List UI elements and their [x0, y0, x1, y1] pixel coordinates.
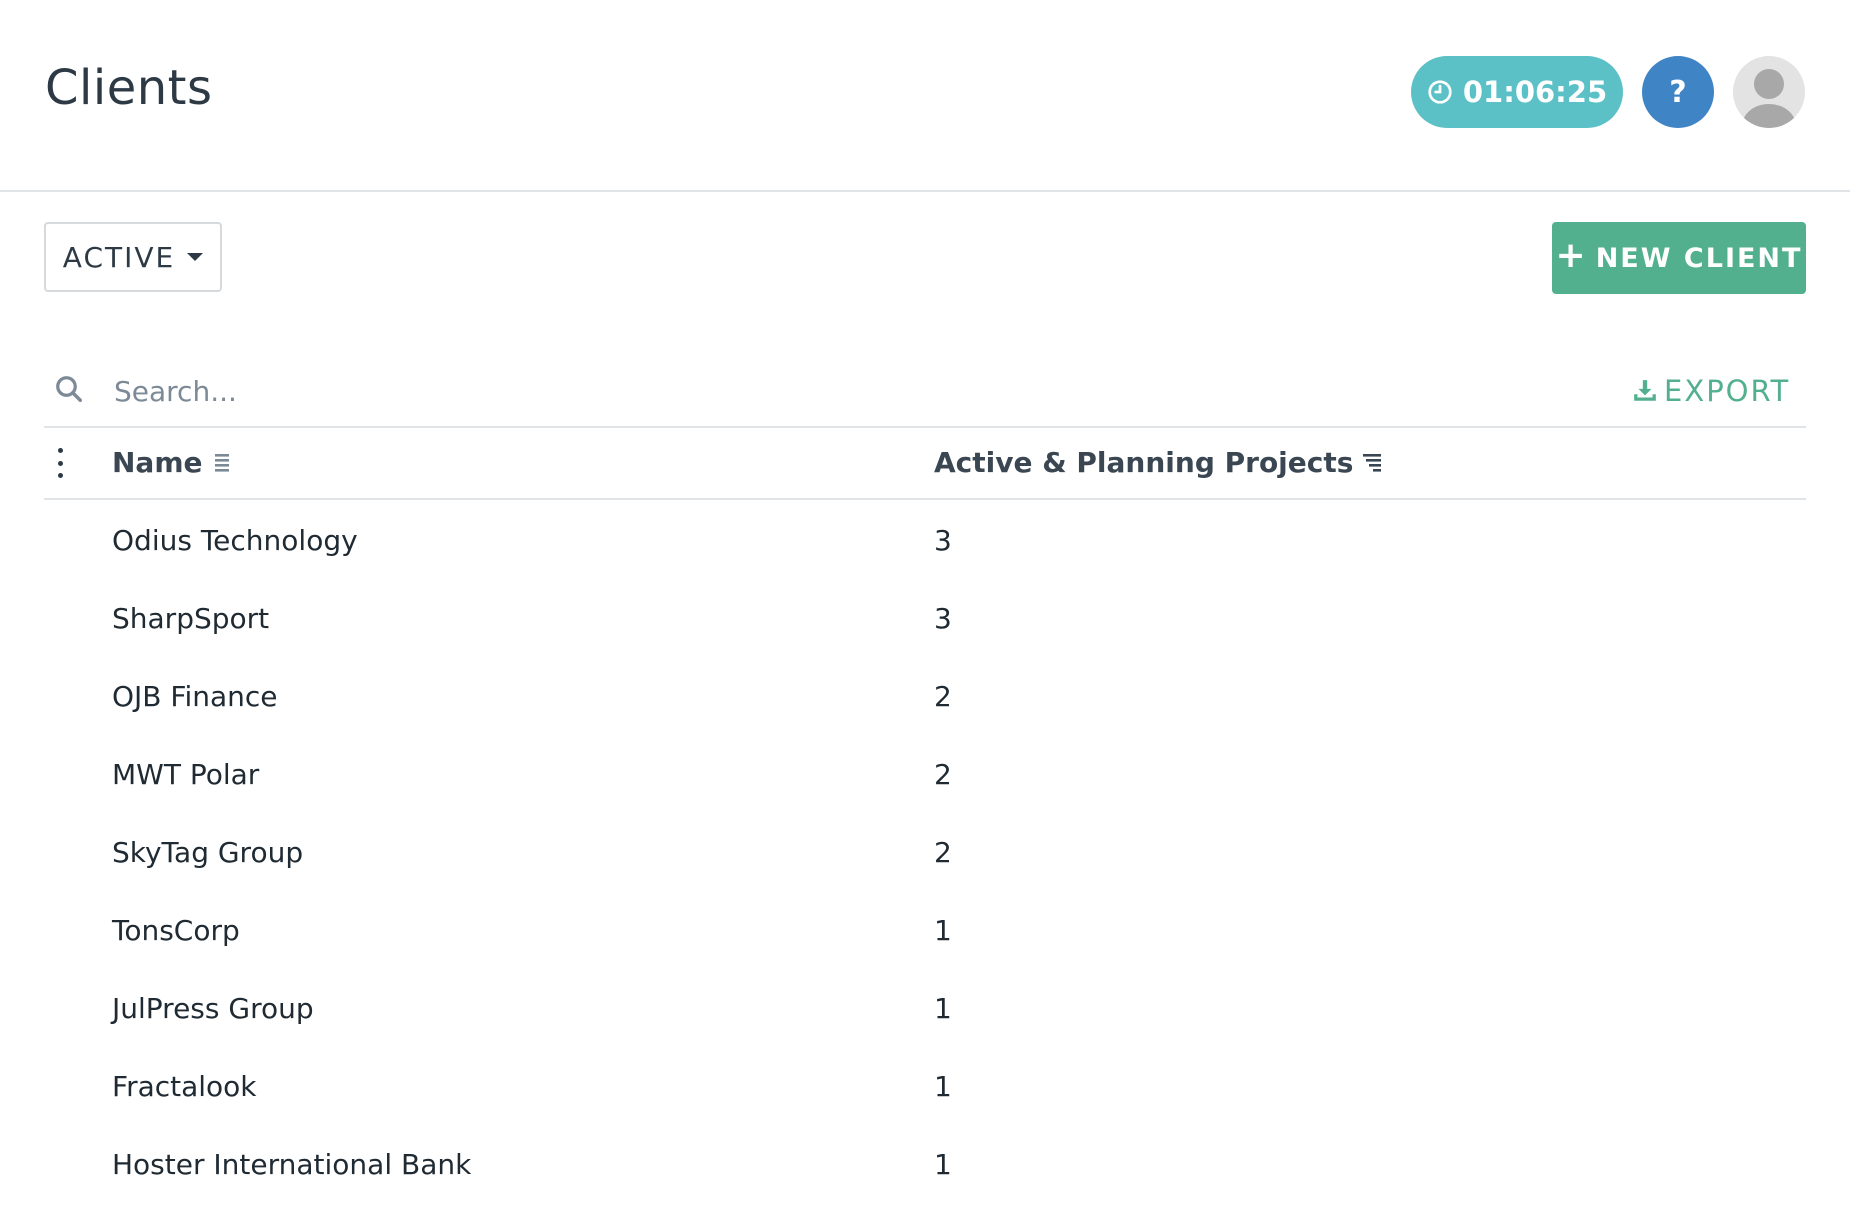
kebab-menu-icon[interactable] [58, 448, 64, 478]
table-header: Name Active & Planning Projects [44, 428, 1806, 500]
status-filter-dropdown[interactable]: ACTIVE [44, 222, 222, 292]
column-header-name[interactable]: Name [112, 446, 231, 479]
table-row[interactable]: SharpSport 3 [44, 582, 1806, 660]
project-count: 2 [934, 680, 952, 713]
clock-icon [1428, 80, 1452, 104]
table-row[interactable]: Fractalook 1 [44, 1050, 1806, 1128]
search-input[interactable] [112, 368, 1016, 414]
page-title: Clients [45, 60, 213, 116]
column-header-label: Name [112, 446, 203, 479]
export-button[interactable]: EXPORT [1632, 374, 1790, 408]
client-name[interactable]: SkyTag Group [112, 836, 303, 869]
project-count: 2 [934, 836, 952, 869]
client-name[interactable]: Odius Technology [112, 524, 358, 557]
sort-icon [214, 453, 229, 472]
search-bar: EXPORT [44, 360, 1806, 428]
project-count: 2 [934, 758, 952, 791]
table-row[interactable]: Odius Technology 3 [44, 504, 1806, 582]
page-header: Clients 01:06:25 ? [0, 0, 1850, 192]
table-row[interactable]: SkyTag Group 2 [44, 816, 1806, 894]
client-name[interactable]: MWT Polar [112, 758, 259, 791]
column-header-label: Active & Planning Projects [934, 446, 1354, 479]
new-client-label: NEW CLIENT [1595, 242, 1803, 274]
help-button[interactable]: ? [1642, 56, 1714, 128]
table-row[interactable]: OJB Finance 2 [44, 660, 1806, 738]
table-row[interactable]: TonsCorp 1 [44, 894, 1806, 972]
plus-icon: + [1555, 235, 1588, 276]
caret-down-icon [187, 253, 204, 261]
project-count: 3 [934, 524, 952, 557]
sort-descending-icon [1363, 453, 1382, 472]
search-icon [56, 376, 82, 402]
project-count: 3 [934, 602, 952, 635]
table-row[interactable]: Hoster International Bank 1 [44, 1128, 1806, 1206]
question-icon: ? [1669, 74, 1687, 110]
client-name[interactable]: SharpSport [112, 602, 269, 635]
project-count: 1 [934, 914, 952, 947]
project-count: 1 [934, 1148, 952, 1181]
table-row[interactable]: MWT Polar 2 [44, 738, 1806, 816]
new-client-button[interactable]: + NEW CLIENT [1552, 222, 1806, 294]
client-name[interactable]: JulPress Group [112, 992, 314, 1025]
download-icon [1634, 380, 1656, 401]
client-name[interactable]: TonsCorp [112, 914, 240, 947]
user-avatar-icon [1742, 69, 1796, 128]
status-filter-label: ACTIVE [62, 240, 176, 274]
client-name[interactable]: Hoster International Bank [112, 1148, 471, 1181]
column-header-projects[interactable]: Active & Planning Projects [934, 446, 1382, 479]
table-row[interactable]: JulPress Group 1 [44, 972, 1806, 1050]
user-avatar[interactable] [1733, 56, 1805, 128]
export-label: EXPORT [1664, 374, 1791, 408]
project-count: 1 [934, 1070, 952, 1103]
timer-button[interactable]: 01:06:25 [1411, 56, 1623, 128]
timer-value: 01:06:25 [1462, 75, 1608, 109]
client-name[interactable]: Fractalook [112, 1070, 257, 1103]
project-count: 1 [934, 992, 952, 1025]
client-name[interactable]: OJB Finance [112, 680, 278, 713]
